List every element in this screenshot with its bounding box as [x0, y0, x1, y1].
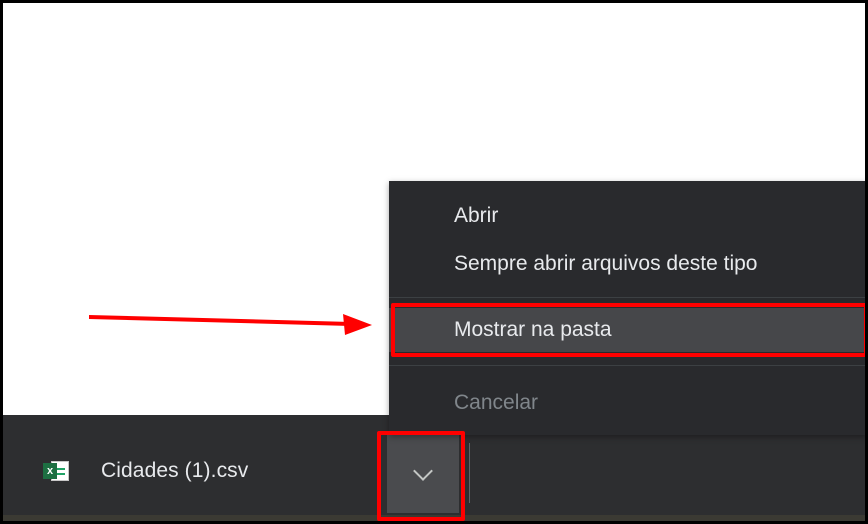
download-file-name: Cidades (1).csv	[101, 459, 249, 482]
menu-item-cancelar: Cancelar	[389, 381, 865, 425]
download-item[interactable]: x Cidades (1).csv	[43, 451, 248, 491]
menu-item-sempre-abrir[interactable]: Sempre abrir arquivos deste tipo	[389, 242, 865, 286]
menu-separator	[389, 365, 865, 366]
browser-window: x Cidades (1).csv Abrir Sempre abrir arq…	[0, 0, 868, 524]
highlight-box-menu-item	[391, 303, 865, 357]
menu-item-label: Sempre abrir arquivos deste tipo	[454, 252, 758, 275]
menu-item-label: Abrir	[454, 204, 499, 227]
excel-icon: x	[43, 459, 71, 483]
menu-item-label: Cancelar	[454, 391, 539, 414]
red-arrow-icon	[89, 314, 372, 335]
menu-separator	[389, 297, 865, 298]
divider	[469, 443, 470, 503]
highlight-box-chevron	[377, 431, 465, 521]
menu-item-abrir[interactable]: Abrir	[389, 194, 865, 238]
